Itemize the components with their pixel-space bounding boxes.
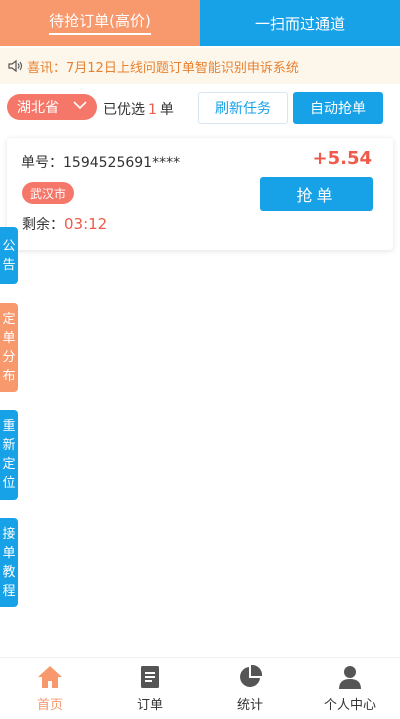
pie-chart-icon [240,664,263,687]
selected-count: 1 [148,102,157,118]
nav-profile-label: 个人中心 [323,698,376,713]
tab-quick-scan-label: 一扫而过通道 [254,14,345,33]
nav-orders[interactable]: 订单 [100,658,200,719]
tab-quick-scan[interactable]: 一扫而过通道 [200,0,400,46]
document-icon [141,666,159,688]
remaining-time: 剩余：03:12 [22,214,107,234]
bottom-nav: 首页 订单 统计 个人中心 [0,657,400,719]
home-icon [38,666,62,688]
remaining-label: 剩余： [22,217,64,233]
selected-suffix: 单 [159,102,174,118]
nav-statistics[interactable]: 统计 [200,658,300,719]
nav-statistics-label: 统计 [236,698,263,713]
filter-row: 湖北省 已优选 1 单 刷新任务 自动抢单 [0,92,400,126]
side-tab-announcement-label: 公告 [2,238,16,273]
chevron-down-icon [73,101,87,110]
province-select[interactable]: 湖北省 [7,94,97,120]
app-screen: 待抢订单(高价) 一扫而过通道 喜讯：7月12日上线问题订单智能识别申诉系统 湖… [0,0,400,719]
side-tab-tutorial[interactable]: 接单教程 [0,518,18,607]
remaining-time-value: 03:12 [64,215,108,233]
order-number: 单号：1594525691**** [21,155,181,171]
auto-grab-button[interactable]: 自动抢单 [293,92,383,124]
side-tab-relocate[interactable]: 重新定位 [0,410,18,500]
user-icon [339,666,361,689]
order-card: 单号：1594525691**** 武汉市 剩余：03:12 +5.54 抢单 [7,138,393,250]
notice-bar: 喜讯：7月12日上线问题订单智能识别申诉系统 [0,48,400,84]
selected-count-text: 已优选 1 单 [103,99,174,119]
nav-profile[interactable]: 个人中心 [300,658,400,719]
top-tabs: 待抢订单(高价) 一扫而过通道 [0,0,400,46]
tab-pending-orders-label: 待抢订单(高价) [49,12,151,35]
side-tab-order-distribution-label: 定单分布 [2,311,16,384]
nav-home[interactable]: 首页 [0,658,100,719]
city-badge: 武汉市 [22,182,75,204]
tab-pending-orders[interactable]: 待抢订单(高价) [0,0,200,46]
side-tab-announcement[interactable]: 公告 [0,227,18,284]
province-label: 湖北省 [17,100,59,116]
selected-prefix: 已优选 [103,102,145,118]
grab-order-button[interactable]: 抢单 [260,177,373,211]
refresh-tasks-button[interactable]: 刷新任务 [198,92,288,124]
side-tab-order-distribution[interactable]: 定单分布 [0,303,18,392]
nav-home-label: 首页 [36,698,63,713]
nav-orders-label: 订单 [136,698,163,713]
speaker-icon [8,59,23,73]
side-tab-relocate-label: 重新定位 [2,419,16,491]
order-price: +5.54 [312,148,373,169]
side-tab-tutorial-label: 接单教程 [2,526,16,599]
notice-text: 喜讯：7月12日上线问题订单智能识别申诉系统 [27,60,299,76]
